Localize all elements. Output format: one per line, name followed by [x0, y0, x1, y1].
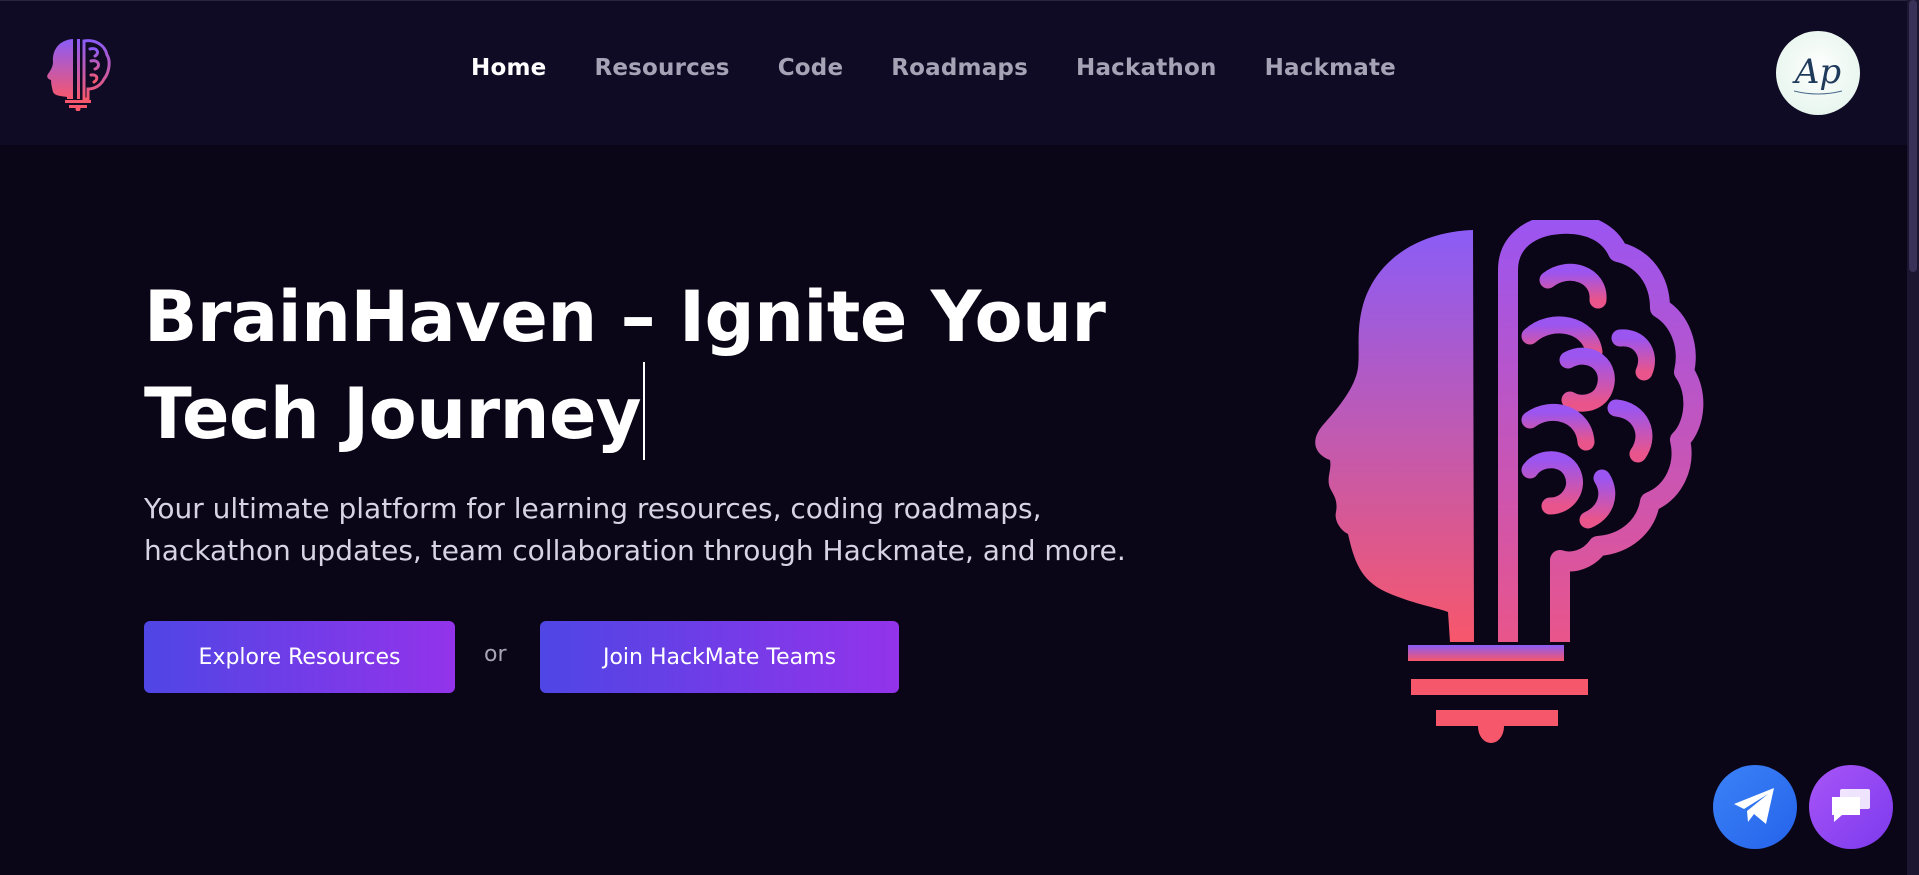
scrollbar-thumb[interactable] — [1909, 0, 1917, 272]
hero-subtitle-line-1: Your ultimate platform for learning reso… — [144, 492, 1042, 525]
page: Home Resources Code Roadmaps Hackathon H… — [0, 0, 1919, 875]
page-scrollbar[interactable] — [1907, 0, 1919, 875]
nav-link-resources[interactable]: Resources — [594, 55, 729, 81]
hero-title-line-2-text: Tech Journey — [144, 373, 642, 455]
nav-link-home[interactable]: Home — [471, 55, 546, 81]
hero-subtitle: Your ultimate platform for learning reso… — [144, 488, 1234, 572]
nav-links: Home Resources Code Roadmaps Hackathon H… — [0, 55, 1907, 81]
hero-title-line-1: BrainHaven – Ignite Your — [144, 276, 1106, 358]
avatar-initials: Ap — [1792, 52, 1841, 92]
hero-title-line-2: Tech Journey — [144, 362, 1164, 460]
join-hackmate-teams-button[interactable]: Join HackMate Teams — [540, 621, 899, 693]
nav-link-hackmate[interactable]: Hackmate — [1265, 55, 1396, 81]
navbar: Home Resources Code Roadmaps Hackathon H… — [0, 0, 1907, 145]
nav-link-hackathon[interactable]: Hackathon — [1076, 55, 1217, 81]
brain-head-lightbulb-icon — [1268, 213, 1718, 745]
nav-link-roadmaps[interactable]: Roadmaps — [891, 55, 1028, 81]
or-separator: or — [484, 642, 507, 667]
user-avatar[interactable]: Ap — [1776, 31, 1860, 115]
nav-link-code[interactable]: Code — [778, 55, 844, 81]
chat-icon — [1830, 787, 1872, 828]
telegram-icon — [1732, 786, 1778, 829]
chat-button[interactable] — [1809, 765, 1893, 849]
hero-title: BrainHaven – Ignite Your Tech Journey — [144, 272, 1164, 460]
typing-caret — [643, 362, 646, 460]
telegram-button[interactable] — [1713, 765, 1797, 849]
explore-resources-button[interactable]: Explore Resources — [144, 621, 455, 693]
hero-subtitle-line-2: hackathon updates, team collaboration th… — [144, 534, 1126, 567]
